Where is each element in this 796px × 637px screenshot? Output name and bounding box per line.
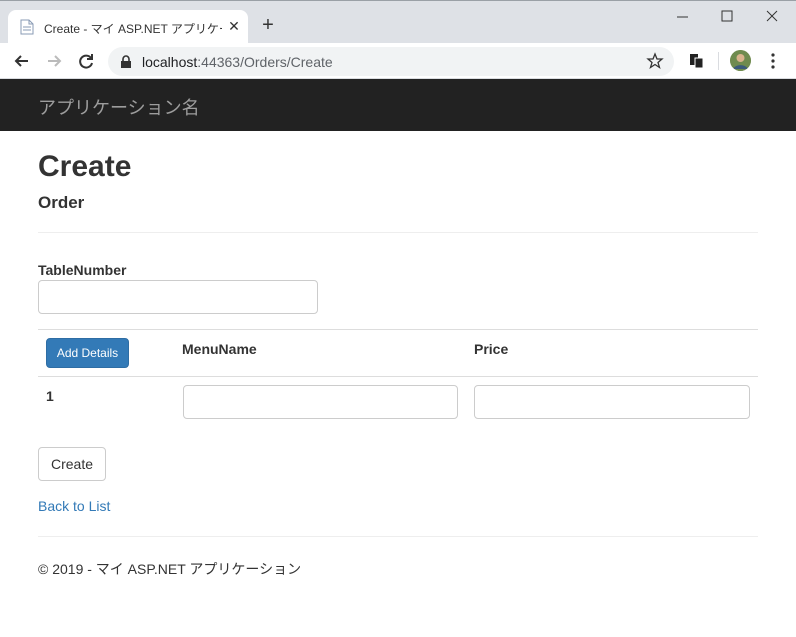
- file-icon: [20, 19, 34, 35]
- star-icon[interactable]: [646, 52, 664, 70]
- window-close-icon[interactable]: [757, 5, 787, 27]
- column-header-price: Price: [474, 341, 509, 357]
- browser-tab[interactable]: Create - マイ ASP.NET アプリケーション ✕: [8, 10, 248, 44]
- more-vert-icon[interactable]: [766, 51, 780, 71]
- close-icon[interactable]: ✕: [226, 17, 242, 35]
- browser-toolbar: localhost:44363/Orders/Create: [0, 43, 796, 79]
- page-subtitle: Order: [38, 193, 85, 212]
- table-number-input[interactable]: [38, 280, 318, 314]
- toolbar-separator: [718, 52, 719, 70]
- footer-text: © 2019 - マイ ASP.NET アプリケーション: [38, 561, 302, 577]
- table-top-border: [38, 329, 758, 330]
- lock-icon: [120, 55, 132, 68]
- url-host: localhost: [142, 54, 198, 70]
- menu-name-input[interactable]: [183, 385, 458, 419]
- add-details-button[interactable]: Add Details: [46, 338, 129, 368]
- tab-title: Create - マイ ASP.NET アプリケーション: [44, 22, 222, 36]
- url-path: :44363/Orders/Create: [197, 54, 333, 70]
- minimize-icon[interactable]: [668, 5, 698, 27]
- plus-icon[interactable]: +: [258, 15, 278, 35]
- forward-arrow-icon[interactable]: [43, 50, 65, 72]
- divider: [38, 232, 758, 233]
- table-header-border: [38, 376, 758, 377]
- create-button[interactable]: Create: [38, 447, 106, 481]
- footer-divider: [38, 536, 758, 537]
- browser-tab-strip: Create - マイ ASP.NET アプリケーション ✕ +: [0, 0, 796, 44]
- reload-icon[interactable]: [75, 50, 97, 72]
- row-index: 1: [46, 388, 54, 404]
- site-navbar: アプリケーション名: [0, 79, 796, 131]
- address-bar[interactable]: localhost:44363/Orders/Create: [108, 47, 674, 76]
- price-input[interactable]: [474, 385, 750, 419]
- table-number-label: TableNumber: [38, 262, 127, 278]
- back-to-list-link[interactable]: Back to List: [38, 498, 110, 514]
- maximize-icon[interactable]: [712, 5, 742, 27]
- avatar[interactable]: [730, 50, 751, 71]
- back-arrow-icon[interactable]: [11, 50, 33, 72]
- url-text: localhost:44363/Orders/Create: [142, 54, 333, 70]
- page-title: Create: [38, 150, 132, 183]
- brand-link[interactable]: アプリケーション名: [38, 94, 200, 120]
- extension-icon[interactable]: [688, 52, 706, 70]
- column-header-menuname: MenuName: [182, 341, 257, 357]
